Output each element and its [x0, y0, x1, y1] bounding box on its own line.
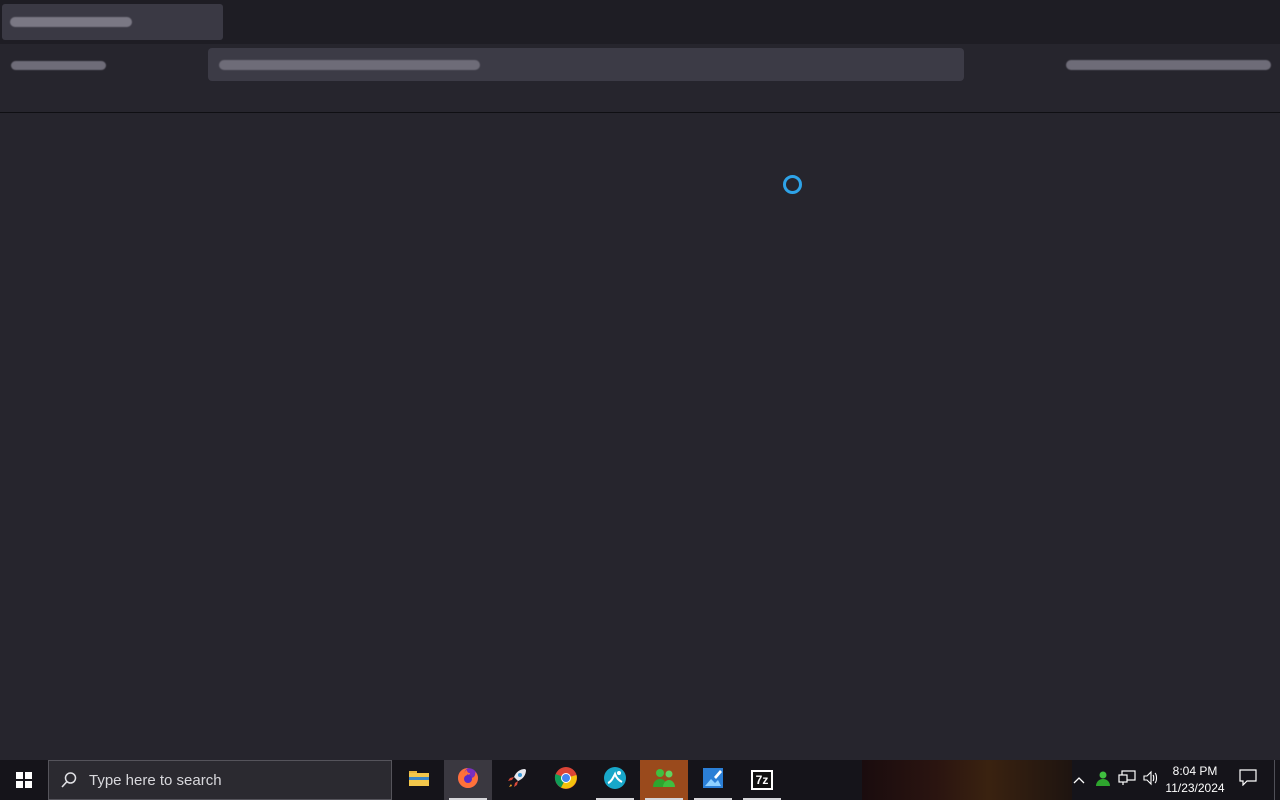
chrome-icon — [554, 766, 578, 795]
taskbar-rocket-app[interactable] — [493, 760, 541, 800]
photo-app-icon — [702, 767, 724, 794]
taskbar-7zip[interactable]: 7z — [738, 760, 786, 800]
show-hidden-icons-button[interactable] — [1068, 760, 1090, 800]
clock-time: 8:04 PM — [1172, 764, 1218, 778]
search-icon — [49, 760, 89, 800]
tray-network[interactable] — [1116, 760, 1138, 800]
people-tray-icon — [1094, 770, 1112, 791]
navigation-toolbar — [0, 44, 1280, 113]
browser-tab[interactable] — [2, 4, 223, 40]
7zip-icon: 7z — [751, 770, 773, 790]
taskbar-teal-app[interactable] — [591, 760, 639, 800]
taskbar-firefox[interactable] — [444, 760, 492, 800]
show-desktop-button[interactable] — [1274, 760, 1280, 800]
loading-spinner — [783, 175, 802, 194]
speaker-icon — [1142, 770, 1160, 791]
clock-date: 11/23/2024 — [1165, 781, 1225, 795]
tray-people-app[interactable] — [1092, 760, 1114, 800]
network-icon — [1118, 769, 1136, 791]
wallpaper-peek — [862, 760, 1072, 800]
taskbar-clock[interactable]: 8:04 PM 11/23/2024 — [1160, 760, 1230, 800]
address-text-placeholder — [219, 60, 480, 70]
taskbar-photo-app[interactable] — [689, 760, 737, 800]
title-bar — [0, 0, 1280, 44]
action-center-button[interactable] — [1232, 760, 1264, 800]
people-app-icon — [651, 767, 677, 794]
taskbar: Type here to search 7z 8:04 PM 11/23/202… — [0, 760, 1280, 800]
search-placeholder: Type here to search — [89, 771, 222, 789]
address-bar[interactable] — [208, 48, 964, 81]
toolbar-left-placeholder[interactable] — [11, 61, 106, 70]
taskbar-search-box[interactable]: Type here to search — [48, 760, 392, 800]
7zip-label: 7z — [753, 772, 771, 788]
taskbar-people-app[interactable] — [640, 760, 688, 800]
folder-icon — [408, 769, 430, 792]
rocket-icon — [505, 766, 529, 795]
taskbar-file-explorer[interactable] — [395, 760, 443, 800]
tab-title-placeholder — [10, 17, 132, 27]
teal-app-icon — [603, 766, 627, 795]
page-content — [0, 114, 1280, 760]
chevron-up-icon — [1073, 771, 1085, 789]
taskbar-chrome[interactable] — [542, 760, 590, 800]
firefox-icon — [456, 766, 480, 795]
notification-icon — [1239, 769, 1257, 791]
tray-volume[interactable] — [1140, 760, 1162, 800]
start-button[interactable] — [0, 760, 48, 800]
browser-window — [0, 0, 1280, 760]
windows-logo-icon — [16, 772, 32, 788]
toolbar-right-placeholder[interactable] — [1066, 60, 1271, 70]
